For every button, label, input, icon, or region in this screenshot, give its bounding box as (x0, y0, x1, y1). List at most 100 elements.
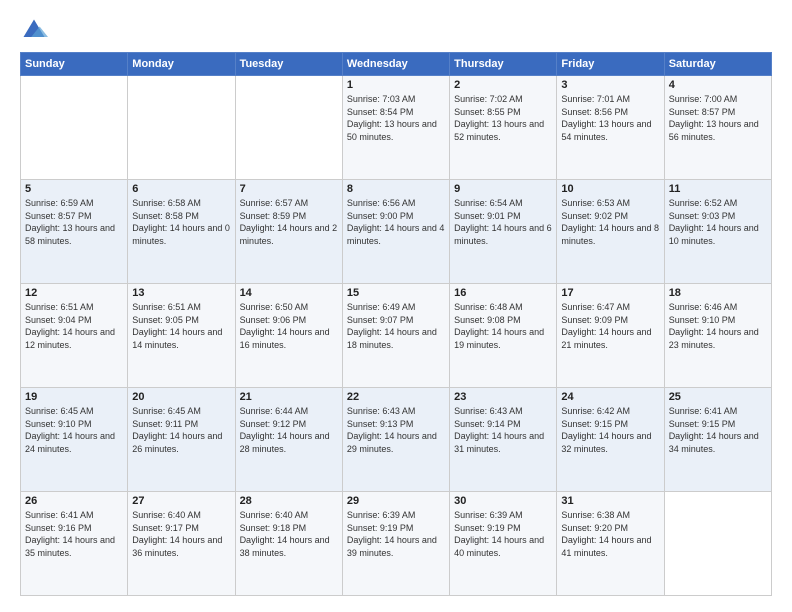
day-info: Sunrise: 6:51 AM Sunset: 9:04 PM Dayligh… (25, 301, 123, 351)
day-number: 28 (240, 495, 338, 507)
day-info: Sunrise: 6:39 AM Sunset: 9:19 PM Dayligh… (454, 509, 552, 559)
day-info: Sunrise: 6:58 AM Sunset: 8:58 PM Dayligh… (132, 197, 230, 247)
calendar-table: SundayMondayTuesdayWednesdayThursdayFrid… (20, 52, 772, 596)
day-number: 30 (454, 495, 552, 507)
calendar-cell: 27 Sunrise: 6:40 AM Sunset: 9:17 PM Dayli… (128, 492, 235, 596)
calendar-cell: 23 Sunrise: 6:43 AM Sunset: 9:14 PM Dayli… (450, 388, 557, 492)
calendar-cell: 12 Sunrise: 6:51 AM Sunset: 9:04 PM Dayli… (21, 284, 128, 388)
calendar-cell: 1 Sunrise: 7:03 AM Sunset: 8:54 PM Daylig… (342, 76, 449, 180)
calendar-cell: 8 Sunrise: 6:56 AM Sunset: 9:00 PM Daylig… (342, 180, 449, 284)
day-info: Sunrise: 6:47 AM Sunset: 9:09 PM Dayligh… (561, 301, 659, 351)
day-number: 18 (669, 287, 767, 299)
weekday-header: Sunday (21, 53, 128, 76)
day-number: 20 (132, 391, 230, 403)
calendar-cell (664, 492, 771, 596)
day-number: 10 (561, 183, 659, 195)
day-number: 4 (669, 79, 767, 91)
day-info: Sunrise: 7:02 AM Sunset: 8:55 PM Dayligh… (454, 93, 552, 143)
day-number: 17 (561, 287, 659, 299)
weekday-header: Monday (128, 53, 235, 76)
calendar-cell: 7Sunrise: 6:57 AM Sunset: 8:59 PM Daylig… (235, 180, 342, 284)
calendar-week-row: 19Sunrise: 6:45 AM Sunset: 9:10 PM Dayli… (21, 388, 772, 492)
day-info: Sunrise: 6:43 AM Sunset: 9:13 PM Dayligh… (347, 405, 445, 455)
day-info: Sunrise: 6:54 AM Sunset: 9:01 PM Dayligh… (454, 197, 552, 247)
day-number: 31 (561, 495, 659, 507)
calendar-header-row: SundayMondayTuesdayWednesdayThursdayFrid… (21, 53, 772, 76)
calendar-cell: 15 Sunrise: 6:49 AM Sunset: 9:07 PM Dayli… (342, 284, 449, 388)
day-number: 24 (561, 391, 659, 403)
day-info: Sunrise: 6:40 AM Sunset: 9:17 PM Dayligh… (132, 509, 230, 559)
weekday-header: Friday (557, 53, 664, 76)
calendar-cell: 19Sunrise: 6:45 AM Sunset: 9:10 PM Dayli… (21, 388, 128, 492)
logo-icon (20, 16, 48, 44)
day-info: Sunrise: 6:53 AM Sunset: 9:02 PM Dayligh… (561, 197, 659, 247)
day-info: Sunrise: 6:39 AM Sunset: 9:19 PM Dayligh… (347, 509, 445, 559)
calendar-cell: 6 Sunrise: 6:58 AM Sunset: 8:58 PM Daylig… (128, 180, 235, 284)
day-number: 21 (240, 391, 338, 403)
day-number: 22 (347, 391, 445, 403)
calendar-cell: 24 Sunrise: 6:42 AM Sunset: 9:15 PM Dayli… (557, 388, 664, 492)
day-info: Sunrise: 7:00 AM Sunset: 8:57 PM Dayligh… (669, 93, 767, 143)
day-number: 26 (25, 495, 123, 507)
calendar-cell: 30 Sunrise: 6:39 AM Sunset: 9:19 PM Dayli… (450, 492, 557, 596)
day-number: 14 (240, 287, 338, 299)
page: SundayMondayTuesdayWednesdayThursdayFrid… (0, 0, 792, 612)
calendar-cell (21, 76, 128, 180)
day-number: 12 (25, 287, 123, 299)
day-info: Sunrise: 6:52 AM Sunset: 9:03 PM Dayligh… (669, 197, 767, 247)
day-info: Sunrise: 6:43 AM Sunset: 9:14 PM Dayligh… (454, 405, 552, 455)
day-info: Sunrise: 6:56 AM Sunset: 9:00 PM Dayligh… (347, 197, 445, 247)
day-number: 6 (132, 183, 230, 195)
calendar-cell: 3 Sunrise: 7:01 AM Sunset: 8:56 PM Daylig… (557, 76, 664, 180)
calendar-cell: 18 Sunrise: 6:46 AM Sunset: 9:10 PM Dayli… (664, 284, 771, 388)
calendar-week-row: 26 Sunrise: 6:41 AM Sunset: 9:16 PM Dayli… (21, 492, 772, 596)
day-number: 11 (669, 183, 767, 195)
day-number: 5 (25, 183, 123, 195)
calendar-cell (235, 76, 342, 180)
day-info: Sunrise: 6:50 AM Sunset: 9:06 PM Dayligh… (240, 301, 338, 351)
header (20, 16, 772, 44)
calendar-cell: 29Sunrise: 6:39 AM Sunset: 9:19 PM Dayli… (342, 492, 449, 596)
calendar-cell: 31 Sunrise: 6:38 AM Sunset: 9:20 PM Dayli… (557, 492, 664, 596)
calendar-cell: 25Sunrise: 6:41 AM Sunset: 9:15 PM Dayli… (664, 388, 771, 492)
day-number: 8 (347, 183, 445, 195)
day-info: Sunrise: 6:51 AM Sunset: 9:05 PM Dayligh… (132, 301, 230, 351)
calendar-cell: 17 Sunrise: 6:47 AM Sunset: 9:09 PM Dayli… (557, 284, 664, 388)
day-info: Sunrise: 6:48 AM Sunset: 9:08 PM Dayligh… (454, 301, 552, 351)
day-number: 19 (25, 391, 123, 403)
calendar-cell: 22 Sunrise: 6:43 AM Sunset: 9:13 PM Dayli… (342, 388, 449, 492)
calendar-cell: 20Sunrise: 6:45 AM Sunset: 9:11 PM Dayli… (128, 388, 235, 492)
day-info: Sunrise: 6:38 AM Sunset: 9:20 PM Dayligh… (561, 509, 659, 559)
logo (20, 16, 52, 44)
calendar-cell: 4 Sunrise: 7:00 AM Sunset: 8:57 PM Daylig… (664, 76, 771, 180)
day-number: 23 (454, 391, 552, 403)
weekday-header: Thursday (450, 53, 557, 76)
day-number: 27 (132, 495, 230, 507)
calendar-cell: 9 Sunrise: 6:54 AM Sunset: 9:01 PM Daylig… (450, 180, 557, 284)
day-info: Sunrise: 6:44 AM Sunset: 9:12 PM Dayligh… (240, 405, 338, 455)
calendar-week-row: 1 Sunrise: 7:03 AM Sunset: 8:54 PM Daylig… (21, 76, 772, 180)
day-number: 16 (454, 287, 552, 299)
calendar-cell: 10 Sunrise: 6:53 AM Sunset: 9:02 PM Dayli… (557, 180, 664, 284)
calendar-cell: 16 Sunrise: 6:48 AM Sunset: 9:08 PM Dayli… (450, 284, 557, 388)
calendar-cell (128, 76, 235, 180)
calendar-cell: 28Sunrise: 6:40 AM Sunset: 9:18 PM Dayli… (235, 492, 342, 596)
weekday-header: Wednesday (342, 53, 449, 76)
day-info: Sunrise: 6:41 AM Sunset: 9:15 PM Dayligh… (669, 405, 767, 455)
day-number: 15 (347, 287, 445, 299)
day-info: Sunrise: 7:03 AM Sunset: 8:54 PM Dayligh… (347, 93, 445, 143)
day-info: Sunrise: 6:46 AM Sunset: 9:10 PM Dayligh… (669, 301, 767, 351)
day-info: Sunrise: 6:59 AM Sunset: 8:57 PM Dayligh… (25, 197, 123, 247)
day-info: Sunrise: 6:49 AM Sunset: 9:07 PM Dayligh… (347, 301, 445, 351)
day-info: Sunrise: 6:57 AM Sunset: 8:59 PM Dayligh… (240, 197, 338, 247)
day-number: 9 (454, 183, 552, 195)
day-number: 3 (561, 79, 659, 91)
weekday-header: Saturday (664, 53, 771, 76)
day-info: Sunrise: 6:42 AM Sunset: 9:15 PM Dayligh… (561, 405, 659, 455)
day-number: 1 (347, 79, 445, 91)
calendar-cell: 2Sunrise: 7:02 AM Sunset: 8:55 PM Daylig… (450, 76, 557, 180)
day-info: Sunrise: 7:01 AM Sunset: 8:56 PM Dayligh… (561, 93, 659, 143)
calendar-cell: 13Sunrise: 6:51 AM Sunset: 9:05 PM Dayli… (128, 284, 235, 388)
day-info: Sunrise: 6:41 AM Sunset: 9:16 PM Dayligh… (25, 509, 123, 559)
calendar-week-row: 5 Sunrise: 6:59 AM Sunset: 8:57 PM Daylig… (21, 180, 772, 284)
